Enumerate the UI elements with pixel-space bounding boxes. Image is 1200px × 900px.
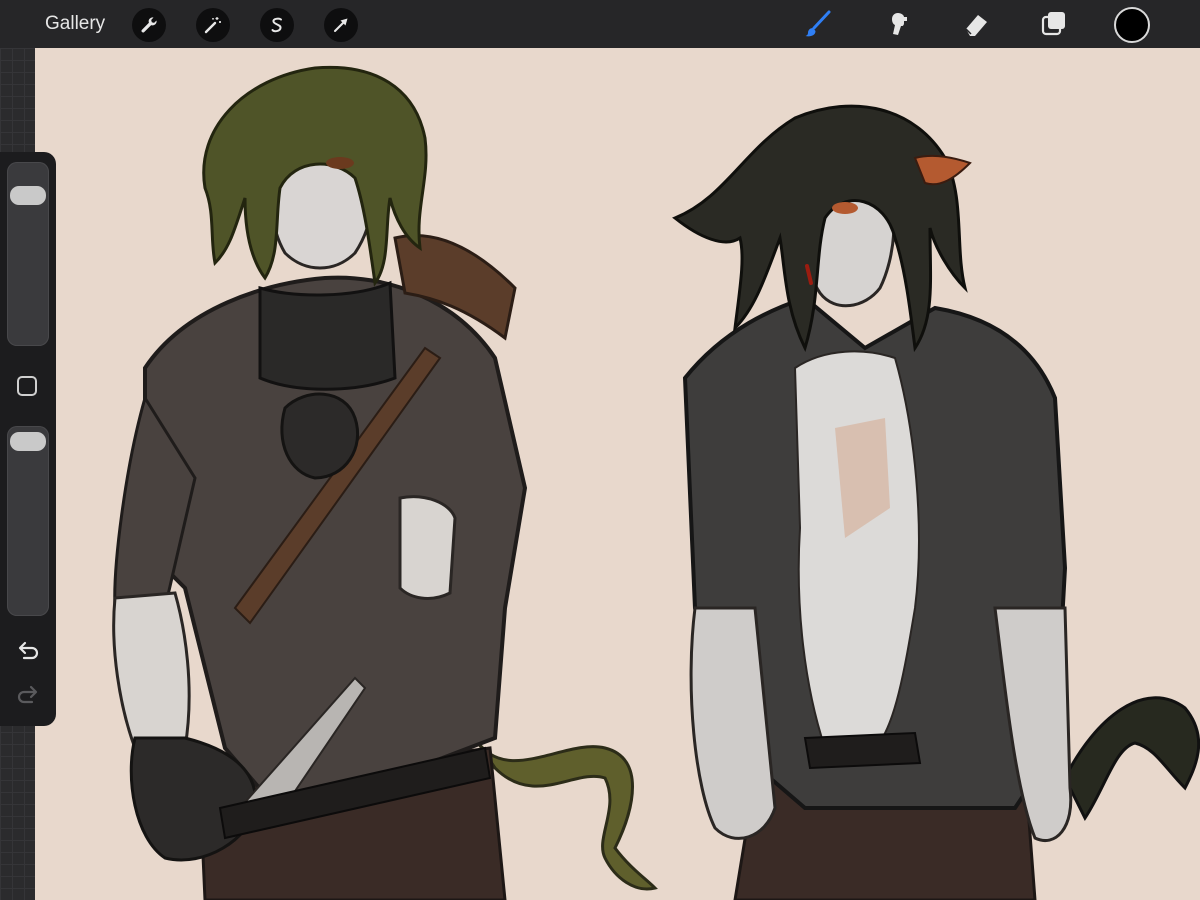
smudge-icon <box>892 13 907 35</box>
modify-button[interactable] <box>17 376 37 396</box>
brush-size-slider-thumb[interactable] <box>10 186 46 206</box>
transform-arrow-icon <box>334 18 348 32</box>
eraser-tool-button[interactable] <box>958 6 994 42</box>
right-figure-torso <box>793 350 920 749</box>
redo-arrow-icon <box>17 685 38 704</box>
layers-button[interactable] <box>1036 6 1072 42</box>
selection-s-icon <box>271 17 282 33</box>
wrench-icon <box>141 17 157 33</box>
artwork <box>112 65 1200 900</box>
top-toolbar: Gallery <box>0 0 1200 48</box>
left-figure <box>112 65 658 900</box>
left-figure-turtleneck <box>258 280 397 391</box>
layers-icon <box>1041 12 1065 36</box>
brush-size-slider[interactable] <box>7 162 49 346</box>
right-figure-eye <box>832 202 858 214</box>
transform-button[interactable] <box>324 8 358 42</box>
eraser-icon <box>965 15 987 36</box>
undo-arrow-icon <box>18 641 39 660</box>
brush-icon <box>805 10 831 37</box>
color-swatch[interactable] <box>1114 7 1150 43</box>
right-figure-ear <box>913 154 972 186</box>
undo-button[interactable] <box>15 640 41 664</box>
right-figure-belt <box>803 731 922 770</box>
opacity-slider[interactable] <box>7 426 49 616</box>
opacity-slider-thumb[interactable] <box>10 432 46 451</box>
redo-button[interactable] <box>15 684 41 708</box>
smudge-tool-button[interactable] <box>880 6 916 42</box>
adjustments-button[interactable] <box>196 8 230 42</box>
left-figure-glove-hand <box>280 392 360 480</box>
brush-tool-button[interactable] <box>800 6 836 42</box>
right-figure <box>672 104 1200 900</box>
left-figure-bandage-arm <box>112 591 191 750</box>
selection-button[interactable] <box>260 8 294 42</box>
gallery-button[interactable]: Gallery <box>45 12 105 36</box>
drawing-canvas[interactable] <box>35 48 1200 900</box>
left-figure-wrist-bandage <box>398 495 457 600</box>
actions-button[interactable] <box>132 8 166 42</box>
left-figure-eye <box>326 157 354 169</box>
left-sidebar <box>0 152 56 726</box>
magic-wand-icon <box>204 17 221 34</box>
right-figure-tail <box>1063 696 1200 821</box>
